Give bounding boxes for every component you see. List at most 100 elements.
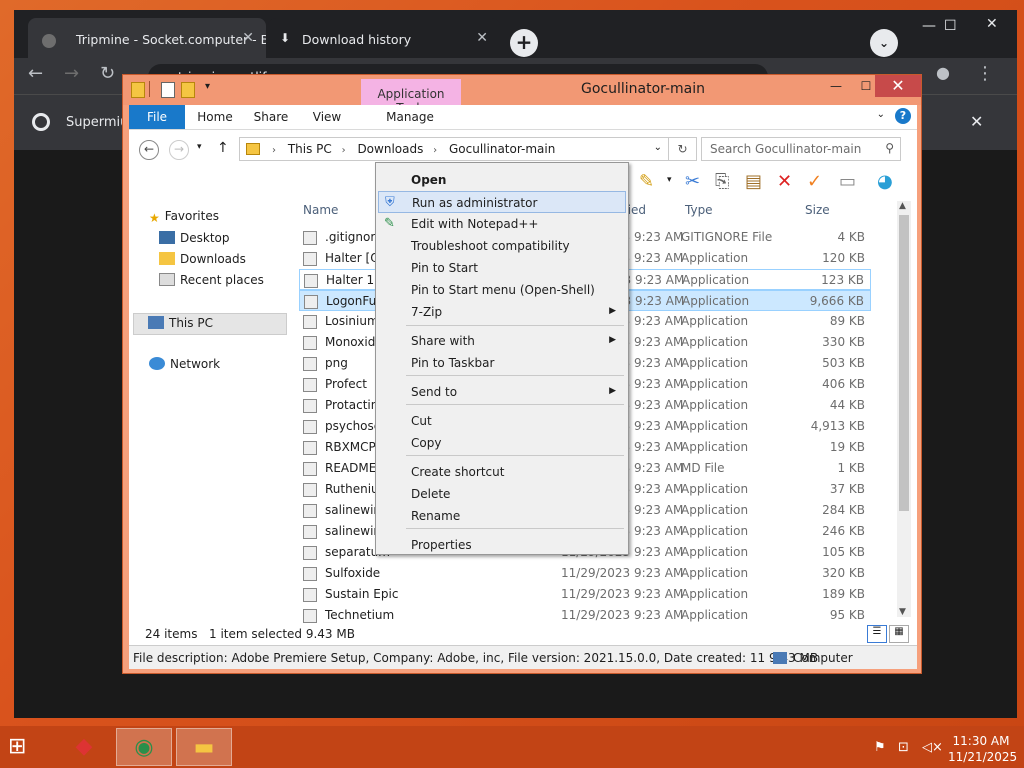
minimize-icon[interactable]: —	[922, 18, 936, 34]
nav-desktop[interactable]: Desktop	[159, 231, 230, 245]
tab-search-button[interactable]: ⌄	[870, 29, 898, 57]
menu-icon[interactable]: ⋮	[976, 63, 994, 84]
file-type: Application	[681, 566, 749, 580]
tab-home[interactable]: Home	[193, 105, 237, 129]
close-icon[interactable]: ✕	[476, 30, 488, 46]
forward-button[interactable]: →	[169, 140, 189, 160]
address-bar[interactable]: › This PC › Downloads › Gocullinator-mai…	[239, 137, 669, 161]
menu-item[interactable]: ⛨ Run as administrator	[378, 191, 626, 213]
back-icon[interactable]: ←	[28, 63, 43, 84]
breadcrumb-this-pc[interactable]: This PC	[288, 142, 332, 156]
properties-icon[interactable]	[161, 82, 175, 98]
taskbar-app-browser[interactable]: ◉	[116, 728, 172, 766]
file-icon	[303, 231, 317, 245]
nav-this-pc[interactable]: This PC	[133, 313, 287, 335]
tab-file[interactable]: File	[129, 105, 185, 129]
help-icon[interactable]: ?	[895, 108, 911, 124]
folder-icon	[246, 143, 260, 155]
back-button[interactable]: ←	[139, 140, 159, 160]
chevron-down-icon[interactable]: ▾	[667, 175, 672, 185]
forward-icon[interactable]: →	[64, 63, 79, 84]
table-row[interactable]: Sustain Epic 11/29/2023 9:23 AM Applicatio…	[299, 584, 871, 605]
close-icon[interactable]: ✕	[970, 112, 983, 131]
check-icon[interactable]: ✓	[807, 171, 822, 192]
scroll-thumb[interactable]	[899, 215, 909, 511]
move-to-icon[interactable]: ✎	[639, 171, 654, 192]
search-input[interactable]: Search Gocullinator-main ⚲	[701, 137, 901, 161]
details-view-button[interactable]: ☰	[867, 625, 887, 643]
browser-tab-download-history[interactable]: ⬇ Download history ✕	[268, 18, 500, 58]
taskbar-app-explorer[interactable]: ▬	[176, 728, 232, 766]
menu-item[interactable]: Properties	[378, 534, 626, 556]
nav-recent-places[interactable]: Recent places	[159, 273, 264, 287]
menu-item[interactable]: ✎ Edit with Notepad++	[378, 213, 626, 235]
rename-icon[interactable]: ▭	[839, 171, 856, 192]
reload-icon[interactable]: ↻	[100, 63, 115, 84]
file-name: salinewin	[325, 503, 382, 517]
file-size: 19 KB	[829, 440, 865, 454]
menu-item[interactable]: Rename	[378, 505, 626, 527]
flag-icon[interactable]: ⚑	[874, 740, 886, 755]
scroll-down-icon[interactable]: ▼	[899, 607, 906, 617]
tab-share[interactable]: Share	[249, 105, 293, 129]
file-icon	[303, 252, 317, 266]
delete-icon[interactable]: ✕	[777, 171, 792, 192]
windows-start-icon[interactable]: ⊞	[8, 734, 26, 759]
refresh-button[interactable]: ↻	[669, 137, 697, 161]
breadcrumb-gocullinator[interactable]: Gocullinator-main	[449, 142, 555, 156]
close-button[interactable]: ✕	[875, 75, 921, 97]
breadcrumb-downloads[interactable]: Downloads	[357, 142, 423, 156]
column-type[interactable]: Type	[685, 203, 713, 217]
maximize-icon[interactable]: ☐	[944, 18, 957, 34]
file-name: salinewin	[325, 524, 382, 538]
browser-tab-tripmine[interactable]: Tripmine - Socket.computer - B… ✕	[28, 18, 266, 58]
recent-locations-icon[interactable]: ▾	[197, 142, 202, 152]
chevron-down-icon[interactable]: ⌄	[654, 142, 662, 153]
properties-icon[interactable]: ◕	[877, 171, 893, 192]
menu-item[interactable]: 7-Zip ▶	[378, 301, 626, 323]
menu-item[interactable]: Pin to Taskbar	[378, 352, 626, 374]
menu-item[interactable]: Copy	[378, 432, 626, 454]
paste-icon[interactable]: ▤	[745, 171, 762, 192]
close-icon[interactable]: ✕	[242, 30, 254, 46]
table-row[interactable]: Technetium 11/29/2023 9:23 AM Application 9…	[299, 605, 871, 623]
menu-item[interactable]: Open	[378, 169, 626, 191]
menu-item[interactable]: Send to ▶	[378, 381, 626, 403]
vertical-scrollbar[interactable]: ▲ ▼	[897, 201, 911, 617]
nav-favorites[interactable]: ★ Favorites	[149, 209, 219, 225]
new-folder-icon[interactable]	[181, 82, 195, 98]
shield-icon: ⛨	[385, 195, 395, 210]
menu-item[interactable]: Pin to Start	[378, 257, 626, 279]
table-row[interactable]: Sulfoxide 11/29/2023 9:23 AM Application 32…	[299, 563, 871, 584]
menu-item[interactable]: Share with ▶	[378, 330, 626, 352]
nav-network[interactable]: Network	[149, 357, 220, 371]
tab-manage[interactable]: Manage	[373, 105, 447, 129]
file-type: Application	[682, 273, 750, 287]
taskbar-app-winrar[interactable]: ◆	[56, 728, 112, 766]
menu-item[interactable]: Troubleshoot compatibility	[378, 235, 626, 257]
menu-item[interactable]: Cut	[378, 410, 626, 432]
column-size[interactable]: Size	[805, 203, 830, 217]
nav-downloads[interactable]: Downloads	[159, 252, 246, 266]
column-name[interactable]: Name	[303, 203, 338, 217]
chevron-down-icon[interactable]: ▾	[205, 81, 210, 92]
menu-item[interactable]: Delete	[378, 483, 626, 505]
volume-icon[interactable]: ◁×	[922, 740, 943, 755]
menu-item[interactable]: Create shortcut	[378, 461, 626, 483]
minimize-button[interactable]: —	[821, 75, 851, 97]
file-date: 11/29/2023 9:23 AM	[561, 608, 684, 622]
file-size: 4 KB	[837, 230, 865, 244]
large-icons-view-button[interactable]: ▦	[889, 625, 909, 643]
tab-view[interactable]: View	[307, 105, 347, 129]
menu-item[interactable]: Pin to Start menu (Open-Shell)	[378, 279, 626, 301]
chevron-down-icon[interactable]: ⌄	[877, 109, 885, 120]
close-icon[interactable]: ✕	[986, 16, 998, 32]
new-tab-button[interactable]: +	[510, 29, 538, 57]
cut-icon[interactable]: ✂	[685, 171, 700, 192]
copy-icon[interactable]: ⎘	[715, 171, 729, 192]
clock[interactable]: 11:30 AM 11/21/2025	[948, 733, 1017, 765]
profile-icon[interactable]: ●	[936, 63, 950, 82]
up-icon[interactable]: ↑	[217, 140, 229, 156]
network-icon[interactable]: ⊡	[898, 740, 909, 755]
scroll-up-icon[interactable]: ▲	[899, 201, 906, 211]
